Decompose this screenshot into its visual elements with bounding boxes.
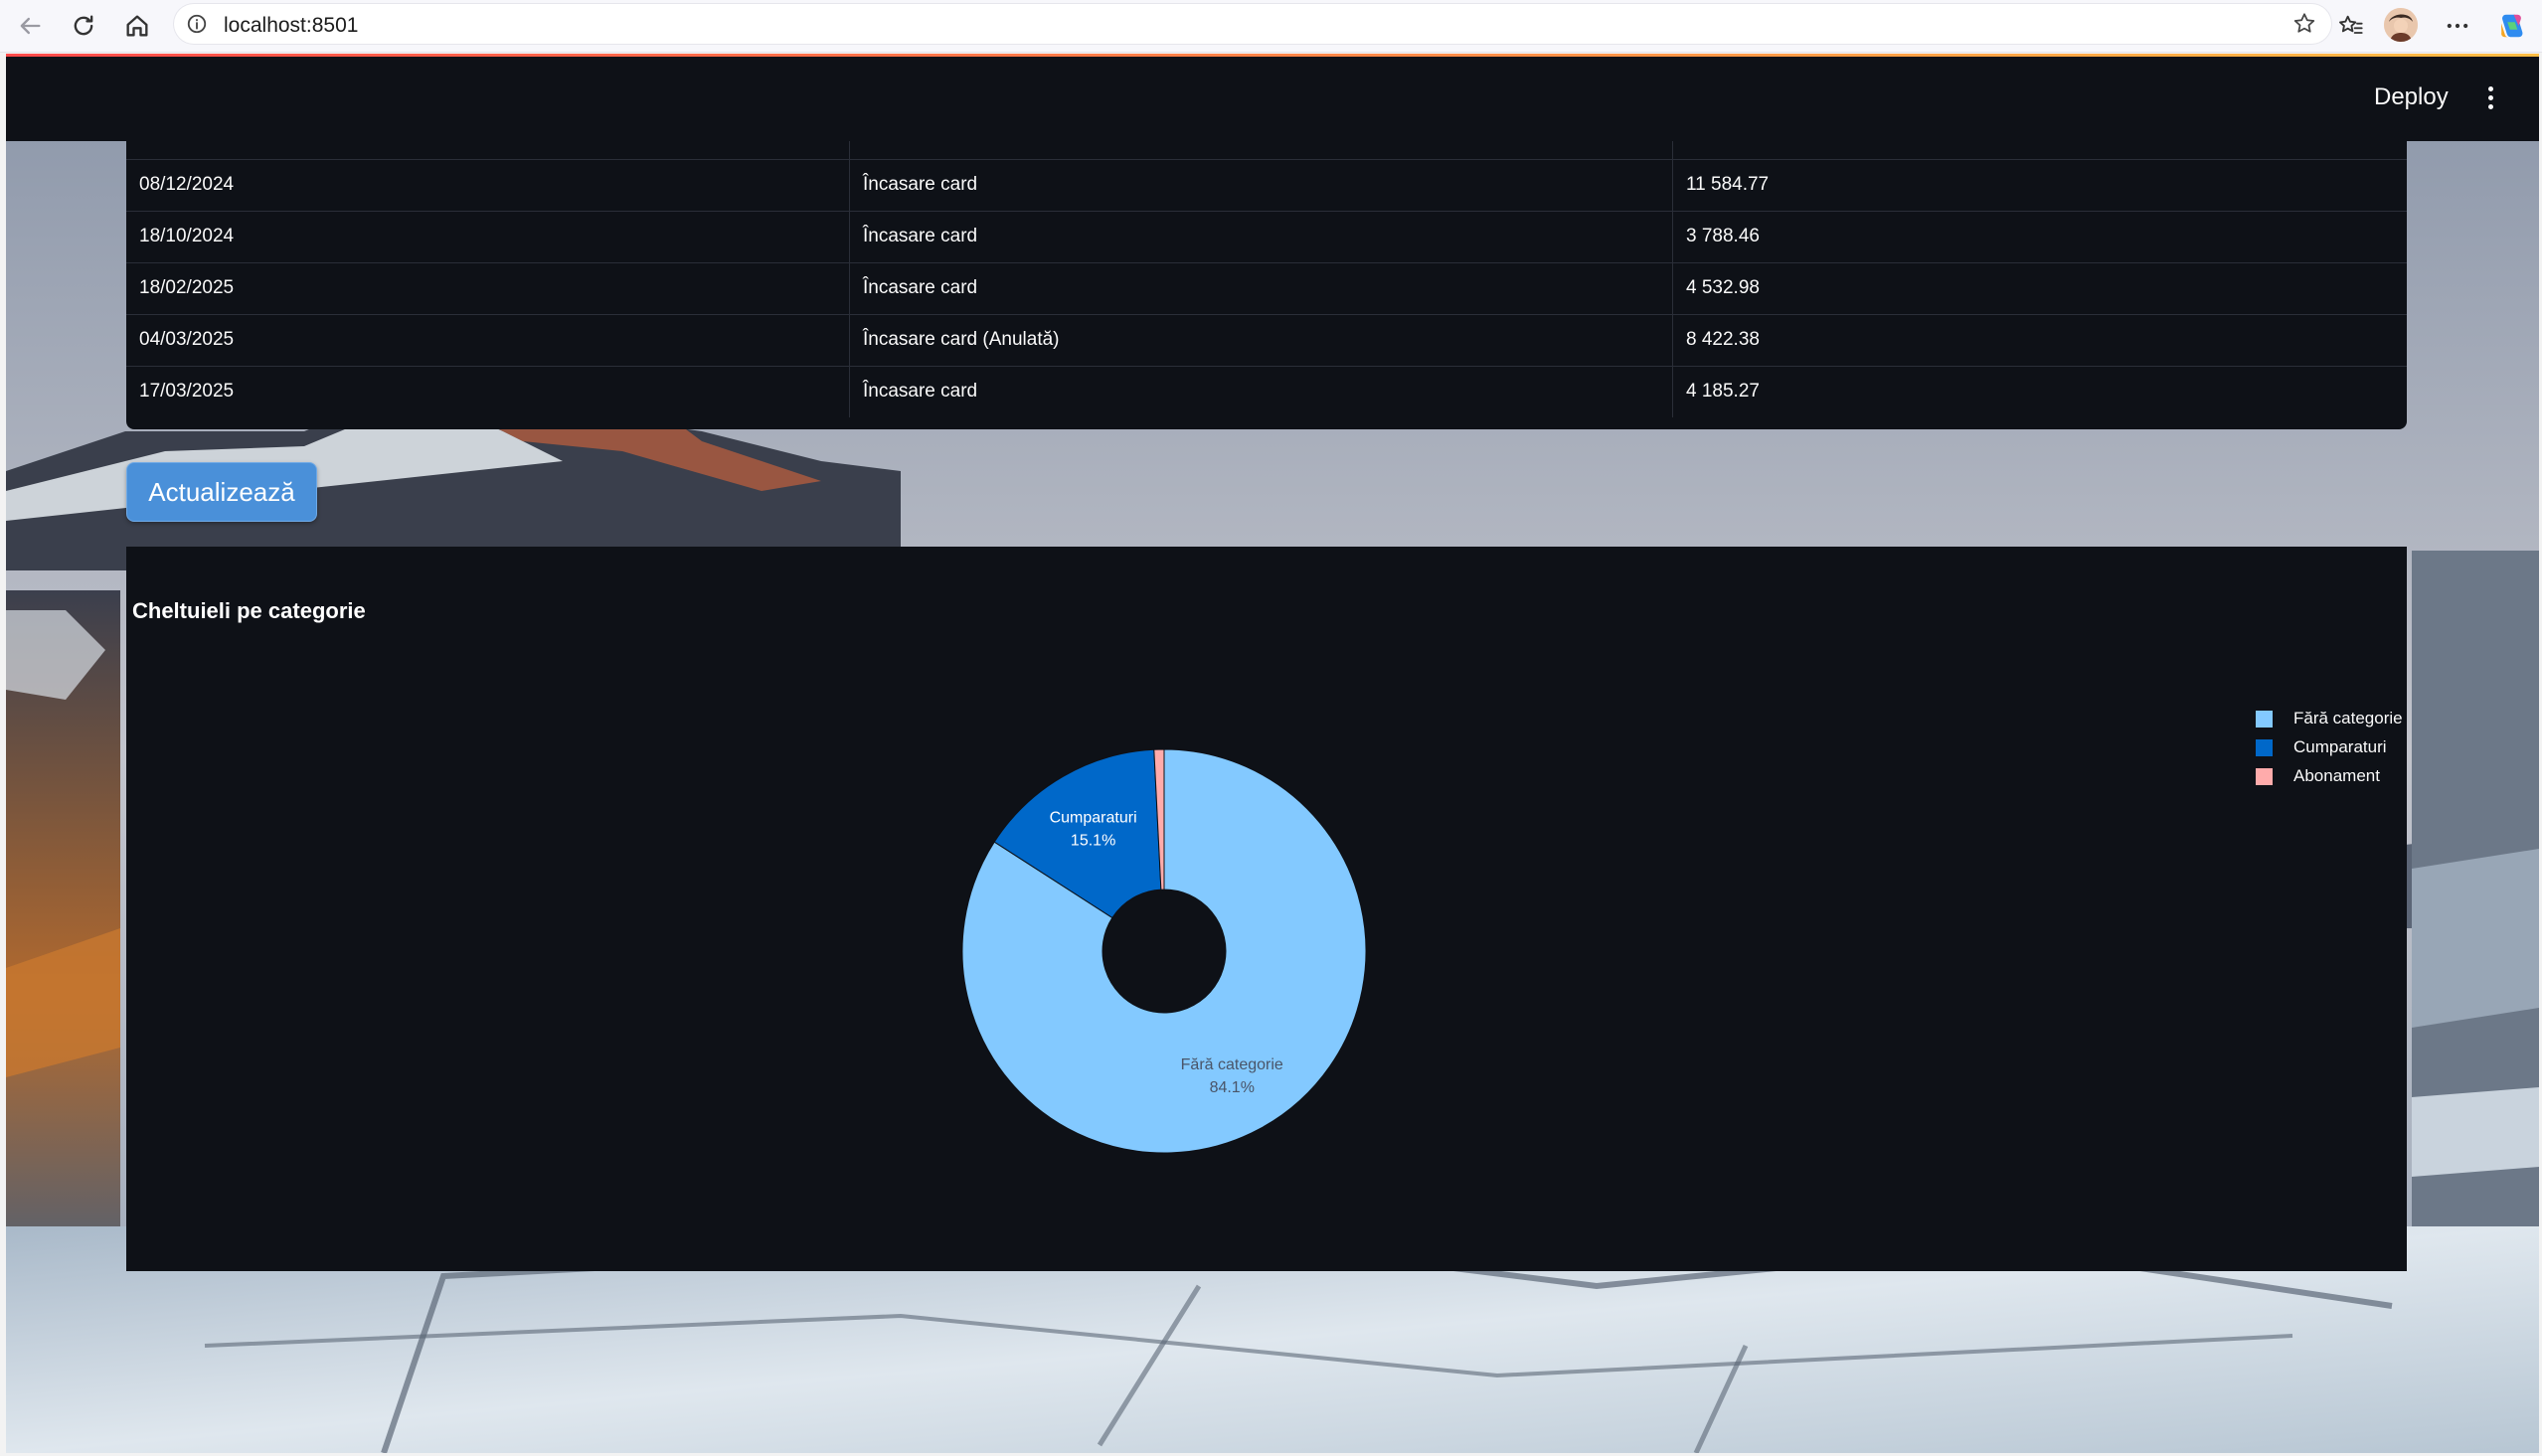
table-cell: 04/03/2025 xyxy=(139,329,235,350)
legend-label: Cumparaturi xyxy=(2293,737,2387,756)
slice-label-percent: 15.1% xyxy=(1071,833,1115,850)
reload-icon[interactable] xyxy=(66,8,101,44)
table-cell: Încasare card xyxy=(849,211,1672,262)
back-icon[interactable] xyxy=(12,8,48,44)
update-button[interactable]: Actualizează xyxy=(126,462,317,522)
app-viewport: Deploy 22/11/2024 Încasare card 5 341.27… xyxy=(6,54,2539,1453)
table-cell: 22/11/2024 xyxy=(126,141,849,159)
table-cell: Încasare card xyxy=(849,366,1672,417)
info-icon[interactable] xyxy=(186,13,208,35)
avatar[interactable] xyxy=(2384,8,2418,42)
table-cell: 11 584.77 xyxy=(1672,159,2407,211)
slice-label-name: Cumparaturi xyxy=(1050,810,1137,827)
table-cell: Încasare card xyxy=(849,262,1672,314)
deploy-button[interactable]: Deploy xyxy=(2374,81,2449,113)
table-cell: 17/03/2025 xyxy=(139,381,235,402)
legend-swatch xyxy=(2256,768,2273,785)
table-cell: Încasare card xyxy=(849,159,1672,211)
url-text[interactable]: localhost:8501 xyxy=(224,14,358,38)
table-cell: 08/12/2024 xyxy=(139,174,235,195)
chart-panel: Fără categorie 84.1% Cumparaturi 15.1% Chel… xyxy=(126,547,2407,1271)
table-cell: 8 422.38 xyxy=(1672,314,2407,366)
slice-label-name: Fără categorie xyxy=(1181,1056,1283,1073)
table-row: 18/02/2025 Încasare card 4 532.98 xyxy=(126,262,2407,315)
table-cell: 4 532.98 xyxy=(1672,262,2407,314)
legend-swatch xyxy=(2256,739,2273,756)
chart-title: Cheltuieli pe categorie xyxy=(132,598,366,623)
table-cell: 4 185.27 xyxy=(1672,366,2407,417)
table-cell: Încasare card (Anulată) xyxy=(849,314,1672,366)
app-header: Deploy xyxy=(6,54,2539,141)
donut-chart[interactable]: Fără categorie 84.1% Cumparaturi 15.1% xyxy=(126,547,2407,1271)
table-cell: 3 788.46 xyxy=(1672,211,2407,262)
favorites-icon[interactable] xyxy=(2332,8,2368,44)
browser-toolbar: localhost:8501 xyxy=(0,0,2542,53)
table-row: 17/03/2025 Încasare card 4 185.27 xyxy=(126,366,2407,417)
table-cell: 18/02/2025 xyxy=(139,277,235,298)
star-icon[interactable] xyxy=(2291,11,2317,37)
slice-label-percent: 84.1% xyxy=(1210,1079,1255,1096)
kebab-menu-icon[interactable] xyxy=(2485,83,2495,111)
table-cell: 5 341.27 xyxy=(1672,141,2407,159)
table-row: 04/03/2025 Încasare card (Anulată) 8 422… xyxy=(126,314,2407,367)
table-row: 08/12/2024 Încasare card 11 584.77 xyxy=(126,159,2407,212)
table-row: 18/10/2024 Încasare card 3 788.46 xyxy=(126,211,2407,263)
table-cell: Încasare card xyxy=(849,141,1672,159)
legend-label: Abonament xyxy=(2293,766,2380,785)
address-bar[interactable]: localhost:8501 xyxy=(174,4,2331,44)
legend-swatch xyxy=(2256,711,2273,728)
home-icon[interactable] xyxy=(119,8,155,44)
header-decoration xyxy=(6,54,2539,57)
table-cell: 18/10/2024 xyxy=(139,226,235,246)
table-row: 22/11/2024 Încasare card 5 341.27 xyxy=(126,141,2407,160)
transactions-table[interactable]: 22/11/2024 Încasare card 5 341.27 08/12/… xyxy=(126,141,2407,429)
more-icon[interactable] xyxy=(2440,8,2475,44)
legend-label: Fără categorie xyxy=(2293,709,2403,728)
copilot-icon[interactable] xyxy=(2493,8,2529,44)
